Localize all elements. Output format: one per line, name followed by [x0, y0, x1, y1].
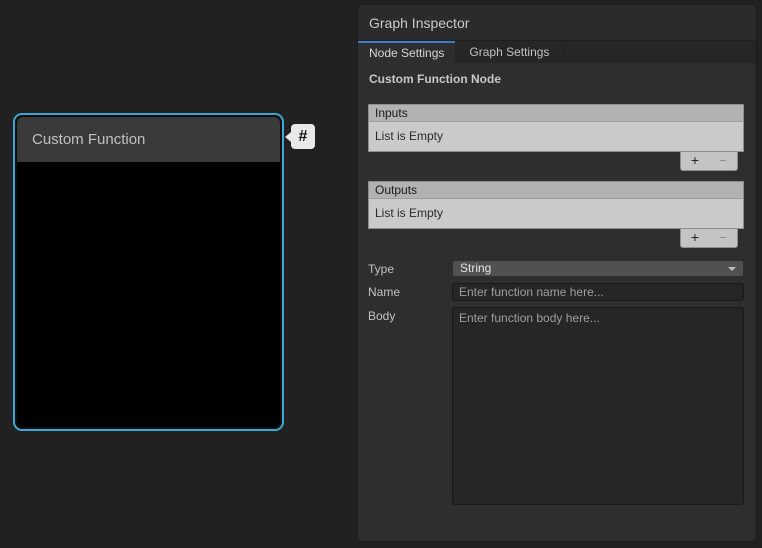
type-dropdown[interactable]: String — [452, 260, 744, 277]
section-title: Custom Function Node — [369, 72, 745, 86]
body-label: Body — [368, 307, 452, 323]
outputs-list-header[interactable]: Outputs — [368, 181, 744, 199]
custom-function-node[interactable]: Custom Function — [13, 113, 284, 431]
inputs-list: Inputs List is Empty + − — [368, 104, 744, 171]
body-field-row: Body — [368, 307, 744, 505]
name-label: Name — [368, 283, 452, 299]
panel-header[interactable]: Graph Inspector — [358, 5, 756, 41]
outputs-empty-row: List is Empty — [368, 199, 744, 229]
name-field-row: Name — [368, 283, 744, 301]
inspector-tab-bar: Node Settings Graph Settings — [358, 41, 756, 63]
node-hash-badge[interactable]: # — [285, 124, 315, 149]
hash-icon: # — [291, 124, 315, 149]
node-container: Custom Function — [17, 117, 280, 427]
outputs-footer-buttons: + − — [680, 229, 738, 248]
tab-node-settings[interactable]: Node Settings — [358, 41, 455, 63]
inputs-footer-buttons: + − — [680, 152, 738, 171]
node-title-bar[interactable]: Custom Function — [17, 117, 280, 162]
node-preview-area — [17, 162, 280, 427]
chevron-down-icon — [728, 267, 736, 271]
outputs-list-footer: + − — [368, 229, 744, 248]
inputs-empty-row: List is Empty — [368, 122, 744, 152]
function-name-input[interactable] — [452, 283, 744, 301]
outputs-list: Outputs List is Empty + − — [368, 181, 744, 248]
type-dropdown-value: String — [460, 261, 491, 275]
function-body-input[interactable] — [452, 307, 744, 505]
remove-output-button[interactable]: − — [709, 229, 737, 247]
panel-title: Graph Inspector — [369, 15, 469, 31]
add-output-button[interactable]: + — [681, 229, 709, 247]
node-title: Custom Function — [32, 131, 145, 148]
graph-inspector-panel: Graph Inspector Node Settings Graph Sett… — [357, 4, 757, 542]
inputs-list-header[interactable]: Inputs — [368, 104, 744, 122]
type-label: Type — [368, 260, 452, 276]
type-field-row: Type String — [368, 260, 744, 277]
inputs-list-footer: + − — [368, 152, 744, 171]
remove-input-button[interactable]: − — [709, 152, 737, 170]
tab-graph-settings[interactable]: Graph Settings — [455, 41, 564, 63]
add-input-button[interactable]: + — [681, 152, 709, 170]
